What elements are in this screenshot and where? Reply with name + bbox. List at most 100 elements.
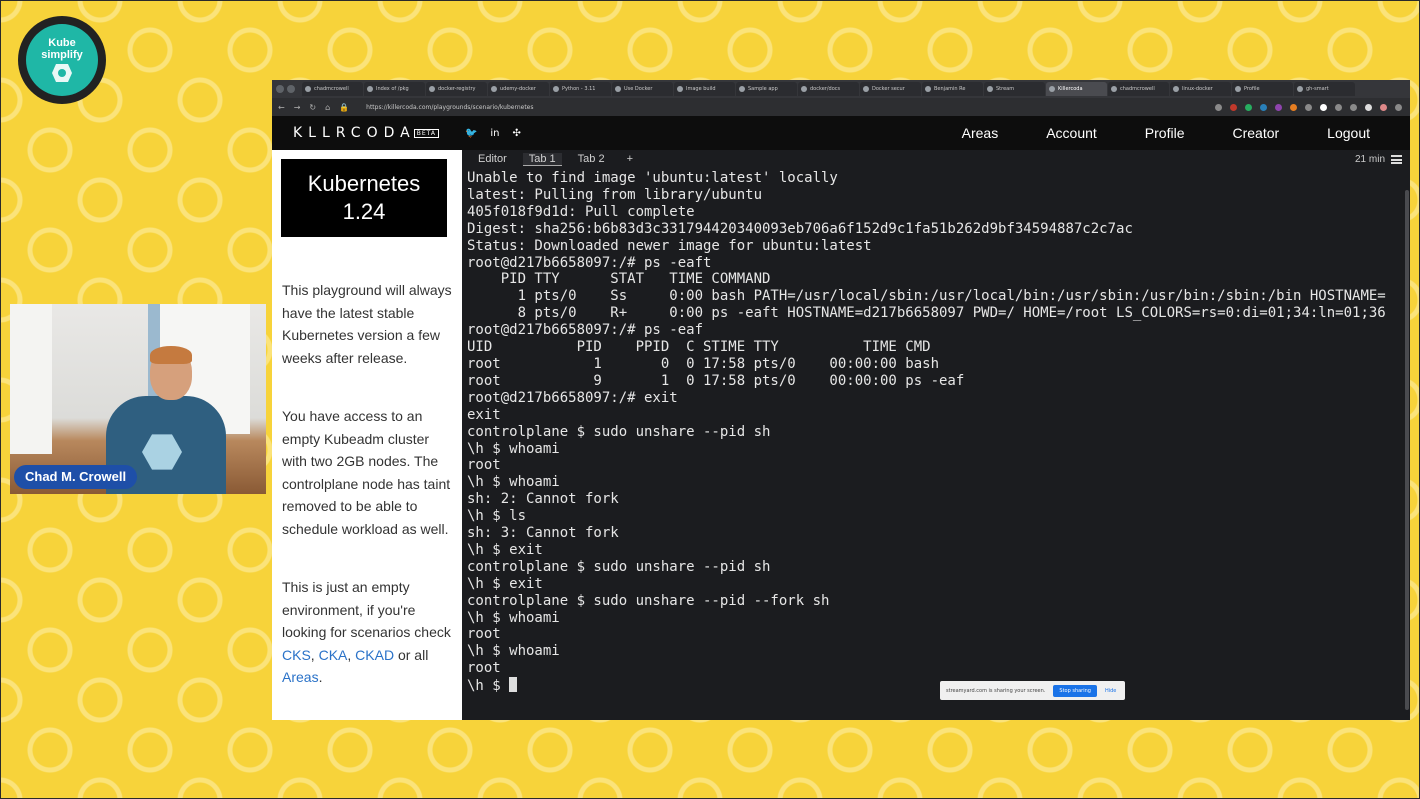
kubernetes-hex-icon [52, 64, 72, 82]
url-input[interactable]: https://killercoda.com/playgrounds/scena… [366, 104, 533, 111]
browser-tab[interactable]: Python - 3.11 [550, 82, 611, 96]
logo-badge: Kube simplify [26, 24, 98, 96]
tab-favicon-icon [1297, 86, 1303, 92]
browser-tab-label: Killercoda [1058, 86, 1083, 92]
browser-window: chadmcrowell Index of /pkg docker-registry… [272, 80, 1410, 720]
logo-text-bottom: simplify [41, 49, 83, 61]
kebab-menu-icon[interactable] [1395, 103, 1402, 111]
back-icon[interactable]: ← [278, 103, 285, 112]
tab-2[interactable]: Tab 2 [572, 153, 611, 165]
killercoda-logo[interactable]: KLLRCODA [293, 125, 416, 141]
browser-tab-label: Benjamin Re [934, 86, 966, 92]
terminal-line: root 1 0 0 17:58 pts/0 00:00:00 bash [467, 355, 940, 372]
browser-tab-label: Stream [996, 86, 1015, 92]
link-ckad[interactable]: CKAD [355, 647, 394, 663]
scenario-sidebar: Kubernetes 1.24 This playground will alw… [272, 150, 462, 720]
menu-account[interactable]: Account [1046, 125, 1097, 141]
sidebar-paragraph-1: This playground will always have the lat… [282, 282, 452, 366]
terminal-line: \h $ exit [467, 541, 543, 558]
browser-tab[interactable]: docker/docs [798, 82, 859, 96]
tab-favicon-icon [1049, 86, 1055, 92]
add-tab-button[interactable]: + [621, 153, 639, 165]
tab-favicon-icon [1235, 86, 1241, 92]
window-control-icon[interactable] [276, 85, 284, 93]
tab-favicon-icon [925, 86, 931, 92]
reload-icon[interactable]: ↻ [309, 103, 316, 112]
linkedin-icon[interactable]: in [490, 128, 499, 139]
terminal-panel[interactable]: Editor Tab 1 Tab 2 + 21 min Unable to fi… [462, 150, 1410, 720]
browser-tab[interactable]: Use Docker [612, 82, 673, 96]
extension-icon[interactable] [1350, 103, 1357, 111]
browser-tab[interactable]: gh-smart [1294, 82, 1355, 96]
browser-tab-label: Sample app [748, 86, 778, 92]
terminal-line: \h $ whoami [467, 440, 560, 457]
extension-icon[interactable] [1290, 103, 1297, 111]
terminal-scrollbar[interactable] [1405, 190, 1409, 710]
sidebar-p3-mid: or all [397, 646, 429, 663]
browser-tab[interactable]: Docker secur [860, 82, 921, 96]
hide-share-bar-button[interactable]: Hide [1105, 688, 1116, 694]
menu-profile[interactable]: Profile [1145, 125, 1185, 141]
terminal-line: root@d217b6658097:/# ps -eaft [467, 254, 712, 271]
browser-tab[interactable]: docker-registry [426, 82, 487, 96]
browser-tabs: chadmcrowell Index of /pkg docker-registry… [302, 82, 1356, 96]
browser-tab[interactable]: linux-docker [1170, 82, 1231, 96]
profile-avatar-icon[interactable] [1380, 103, 1387, 111]
terminal-line: Digest: sha256:b6b83d3c331794420340093eb… [467, 220, 1133, 237]
link-areas[interactable]: Areas [282, 669, 319, 685]
tab-favicon-icon [1173, 86, 1179, 92]
browser-tab[interactable]: Benjamin Re [922, 82, 983, 96]
sidebar-p3-text: This is just an empty environment, if yo… [282, 579, 451, 640]
twitter-icon[interactable]: 🐦 [465, 128, 477, 139]
extension-icon[interactable] [1365, 103, 1372, 111]
browser-tab-label: Index of /pkg [376, 86, 409, 92]
tab-favicon-icon [615, 86, 621, 92]
hamburger-menu-icon[interactable] [1391, 154, 1402, 164]
terminal-line: Unable to find image 'ubuntu:latest' loc… [467, 170, 838, 186]
session-time: 21 min [1354, 153, 1385, 165]
menu-areas[interactable]: Areas [962, 125, 999, 141]
extension-icon[interactable] [1230, 103, 1237, 111]
sidebar-p3-end: . [318, 669, 323, 685]
browser-tab[interactable]: Profile [1232, 82, 1293, 96]
browser-tab[interactable]: Image build [674, 82, 735, 96]
slack-icon[interactable]: ✣ [513, 128, 521, 139]
link-cks[interactable]: CKS [282, 647, 311, 663]
forward-icon[interactable]: → [294, 103, 301, 112]
extension-icon[interactable] [1335, 103, 1342, 111]
terminal-output[interactable]: Unable to find image 'ubuntu:latest' loc… [467, 170, 1407, 695]
extension-icon[interactable] [1305, 103, 1312, 111]
extension-icon[interactable] [1275, 103, 1282, 111]
browser-tab-strip: chadmcrowell Index of /pkg docker-registry… [272, 80, 1410, 98]
home-icon[interactable]: ⌂ [325, 103, 330, 112]
screen-share-bar: streamyard.com is sharing your screen. S… [940, 681, 1125, 700]
stop-sharing-button[interactable]: Stop sharing [1053, 684, 1097, 697]
browser-tab-label: Use Docker [624, 86, 653, 92]
terminal-line: \h $ exit [467, 575, 543, 592]
menu-creator[interactable]: Creator [1232, 125, 1279, 141]
menu-logout[interactable]: Logout [1327, 125, 1370, 141]
tab-favicon-icon [677, 86, 683, 92]
browser-tab[interactable]: udemy-docker [488, 82, 549, 96]
terminal-prompt-line[interactable]: \h $ [467, 677, 1407, 695]
browser-tab-label: Image build [686, 86, 716, 92]
window-control-icon[interactable] [287, 85, 295, 93]
tab-1[interactable]: Tab 1 [522, 152, 562, 166]
terminal-line: controlplane $ sudo unshare --pid sh [467, 558, 771, 575]
tab-editor[interactable]: Editor [472, 153, 513, 165]
browser-tab[interactable]: Stream [984, 82, 1045, 96]
terminal-line: \h $ ls [467, 508, 527, 525]
browser-tab[interactable]: Sample app [736, 82, 797, 96]
browser-tab[interactable]: Killercoda [1046, 82, 1107, 96]
browser-tab[interactable]: chadmcrowell [1108, 82, 1169, 96]
browser-tab[interactable]: chadmcrowell [302, 82, 363, 96]
link-cka[interactable]: CKA [319, 647, 348, 663]
browser-tab-label: gh-smart [1306, 86, 1329, 92]
browser-tab[interactable]: Index of /pkg [364, 82, 425, 96]
tab-favicon-icon [987, 86, 993, 92]
extension-icon[interactable] [1245, 103, 1252, 111]
extension-icon[interactable] [1215, 103, 1222, 111]
extension-icon[interactable] [1260, 103, 1267, 111]
extension-icon[interactable] [1320, 103, 1327, 111]
terminal-line: root [467, 457, 501, 474]
